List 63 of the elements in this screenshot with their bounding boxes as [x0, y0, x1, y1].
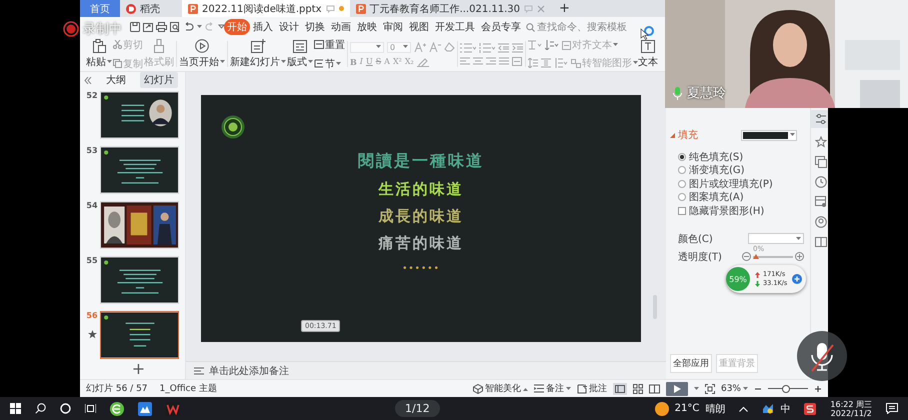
tab-label: 丁元春教育名师工作...021.11.30	[370, 2, 520, 16]
tab-label: 稻壳	[140, 2, 160, 16]
panel-button[interactable]: 全部应用	[670, 354, 712, 373]
page-indicator: 1/12	[394, 400, 440, 417]
slide-number: 55	[86, 256, 98, 265]
panel-tab[interactable]: 幻灯片	[140, 72, 178, 88]
ribbon-tab[interactable]: 动画	[328, 19, 354, 35]
slide-number: 56	[86, 311, 98, 320]
home-tab[interactable]: 首页	[80, 0, 120, 17]
beautify-button[interactable]: 智能美化	[472, 382, 528, 395]
ellipsis-text: ••••••	[402, 264, 440, 274]
option-label: 渐变填充(G)	[689, 164, 745, 178]
clock-time: 16:22 周三	[830, 400, 872, 408]
tab-label: 2022.11阅读de味道.pptx	[202, 2, 322, 16]
ribbon-tab[interactable]: 放映	[354, 19, 380, 35]
ribbon-tab[interactable]: 视图	[406, 19, 432, 35]
option-label: 图片或纹理填充(P)	[689, 178, 773, 191]
theme-name: 1_Office 主题	[160, 382, 217, 395]
ribbon-tab[interactable]: 切换	[302, 19, 328, 35]
option-label: 纯色填充(S)	[689, 150, 744, 164]
slide-number: 52	[86, 91, 98, 100]
section-heading: 填充	[678, 128, 699, 142]
slide-number: 53	[86, 146, 98, 155]
slide-text: 生活的味道	[378, 180, 464, 199]
search-field[interactable]: 查找命令、搜索模板	[526, 22, 634, 32]
layout-button[interactable]: 版式	[287, 40, 313, 68]
ribbon-tab[interactable]: 审阅	[380, 19, 406, 35]
field-label: 透明度(T)	[678, 250, 722, 264]
notes-placeholder: 单击此处添加备注	[209, 364, 289, 378]
memory-usage-gauge: 59%	[726, 267, 750, 291]
docer-tab[interactable]: 稻壳	[120, 0, 182, 17]
text-box-button[interactable]: 文本	[638, 40, 658, 68]
option-label: 图案填充(A)	[689, 190, 744, 204]
ribbon-tab[interactable]: 会员专享	[478, 19, 524, 35]
comments-button[interactable]: 批注	[576, 382, 607, 395]
slide-text: 成長的味道	[378, 207, 464, 226]
slide-number: 54	[86, 201, 98, 210]
new-slide-button[interactable]: 新建幻灯片	[230, 39, 286, 69]
temperature: 21°C	[674, 403, 700, 414]
play-from-current-button[interactable]: 当页开始	[179, 39, 225, 69]
notes-button[interactable]: 备注	[534, 382, 571, 395]
document-tab[interactable]: 2022.11阅读de味道.pptx	[182, 0, 350, 17]
panel-tab[interactable]: 大纲	[102, 72, 130, 88]
slide-text: 閱讀是一種味道	[358, 151, 484, 172]
paste-button[interactable]: 粘贴	[86, 39, 112, 69]
ribbon-tab[interactable]: 开发工具	[432, 19, 478, 35]
section-button[interactable]: 节	[314, 56, 345, 70]
participant-name: 夏慧玲	[687, 85, 726, 102]
recording-label: 录制中	[83, 21, 122, 38]
clock-date: 2022/11/2	[830, 408, 872, 418]
zoom-level-dropdown[interactable]: 63%	[720, 384, 748, 394]
reset-button[interactable]: 重置	[314, 38, 345, 52]
slide-text: 痛苦的味道	[378, 234, 464, 253]
slide-count: 幻灯片 56 / 57	[86, 382, 148, 395]
ribbon-tab[interactable]: 插入	[250, 19, 276, 35]
ribbon-tab[interactable]: 设计	[276, 19, 302, 35]
add-slide-button[interactable]: +	[132, 359, 146, 378]
field-label: 颜色(C)	[678, 232, 713, 246]
option-label: 隐藏背景图形(H)	[689, 204, 764, 218]
weather-text: 晴朗	[705, 402, 726, 416]
new-tab-button[interactable]: +	[551, 0, 578, 17]
input-method-indicator[interactable]: 中	[780, 402, 790, 416]
notes-field[interactable]: 单击此处添加备注	[186, 361, 666, 379]
